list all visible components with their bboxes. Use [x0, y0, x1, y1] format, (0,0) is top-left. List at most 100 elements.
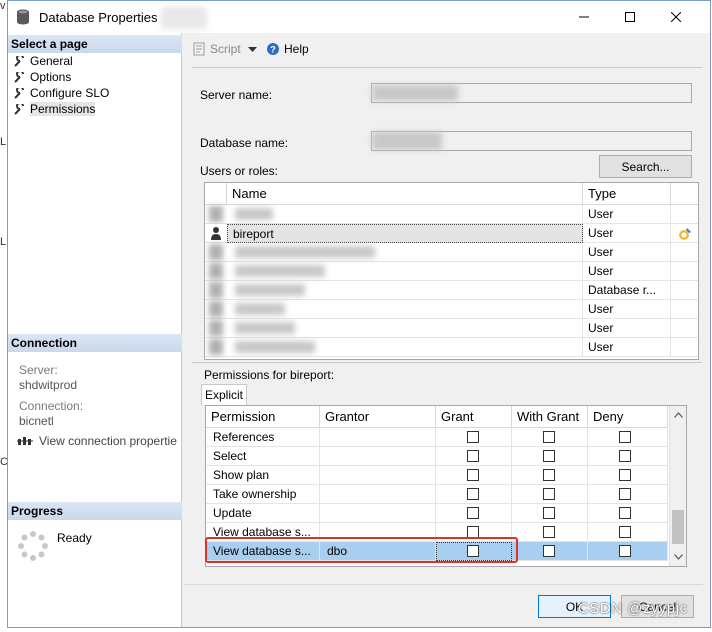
grant-cell	[436, 504, 512, 523]
users-grid[interactable]: Name Type User bireport User User User D…	[204, 182, 699, 360]
deny-cell	[588, 447, 668, 466]
progress-spinner-icon	[18, 531, 48, 561]
permissions-header-permission[interactable]: Permission	[206, 406, 320, 428]
permission-name-cell: Take ownership	[206, 485, 320, 504]
page-item-general[interactable]: General	[14, 53, 73, 69]
view-connection-properties-label: View connection propertie	[39, 434, 177, 448]
close-button[interactable]	[653, 1, 699, 33]
user-type-cell: User	[583, 224, 671, 243]
table-row[interactable]: Database r...	[205, 281, 698, 300]
deny-cell	[588, 428, 668, 447]
progress-status: Ready	[57, 531, 92, 545]
with-grant-checkbox[interactable]	[543, 431, 555, 443]
title-bar[interactable]: Database Properties	[8, 1, 710, 33]
deny-checkbox[interactable]	[619, 507, 631, 519]
left-pane: Select a page General Options Configure …	[8, 33, 182, 627]
redacted-user-icon	[209, 263, 223, 279]
table-row[interactable]: User	[205, 338, 698, 357]
with-grant-checkbox[interactable]	[543, 545, 555, 557]
with-grant-cell	[512, 523, 588, 542]
permission-row[interactable]: Update	[206, 504, 668, 523]
scrollbar-thumb[interactable]	[672, 510, 684, 544]
wrench-icon	[14, 87, 24, 99]
deny-checkbox[interactable]	[619, 488, 631, 500]
properties-icon[interactable]	[678, 227, 692, 241]
table-row[interactable]: User	[205, 262, 698, 281]
with-grant-cell	[512, 428, 588, 447]
deny-cell	[588, 485, 668, 504]
deny-checkbox[interactable]	[619, 450, 631, 462]
page-item-label: General	[30, 54, 73, 68]
wrench-icon	[14, 71, 24, 83]
grant-checkbox[interactable]	[467, 488, 479, 500]
users-grid-header-name[interactable]: Name	[227, 183, 583, 205]
permissions-header-grantor[interactable]: Grantor	[320, 406, 436, 428]
tab-explicit[interactable]: Explicit	[201, 384, 247, 405]
with-grant-checkbox[interactable]	[543, 526, 555, 538]
minimize-button[interactable]	[561, 1, 607, 33]
table-row[interactable]: User	[205, 205, 698, 224]
with-grant-checkbox[interactable]	[543, 469, 555, 481]
scroll-down-icon[interactable]	[674, 554, 683, 560]
maximize-button[interactable]	[607, 1, 653, 33]
table-row[interactable]: User	[205, 319, 698, 338]
permissions-header-deny[interactable]: Deny	[588, 406, 668, 428]
with-grant-checkbox[interactable]	[543, 450, 555, 462]
redacted-user-icon	[209, 301, 223, 317]
user-name-cell	[227, 205, 583, 224]
deny-checkbox[interactable]	[619, 526, 631, 538]
chevron-down-icon[interactable]	[248, 47, 257, 53]
user-type-cell: User	[583, 319, 671, 338]
grant-cell	[436, 428, 512, 447]
permission-row[interactable]: Show plan	[206, 466, 668, 485]
minimize-icon	[579, 16, 589, 18]
connection-label: Connection:	[19, 399, 84, 413]
view-connection-properties-link[interactable]: View connection propertie	[17, 434, 177, 448]
connection-header: Connection	[8, 334, 182, 352]
grant-checkbox[interactable]	[467, 469, 479, 481]
deny-checkbox[interactable]	[619, 545, 631, 557]
permission-row[interactable]: Take ownership	[206, 485, 668, 504]
with-grant-checkbox[interactable]	[543, 488, 555, 500]
redacted-user-icon	[209, 206, 223, 222]
permissions-header-with-grant[interactable]: With Grant	[512, 406, 588, 428]
with-grant-checkbox[interactable]	[543, 507, 555, 519]
permission-row[interactable]: Select	[206, 447, 668, 466]
redacted-role-icon	[209, 282, 223, 298]
users-grid-corner	[205, 183, 227, 205]
grantor-cell	[320, 466, 436, 485]
redacted-database-name	[372, 132, 442, 150]
deny-checkbox[interactable]	[619, 469, 631, 481]
redacted-user-name	[235, 246, 375, 258]
redacted-user-icon	[209, 244, 223, 260]
grant-cell	[436, 447, 512, 466]
toolbar-divider	[192, 67, 702, 68]
with-grant-cell	[512, 504, 588, 523]
permissions-header-grant[interactable]: Grant	[436, 406, 512, 428]
help-button[interactable]: ? Help	[266, 42, 309, 56]
permission-row[interactable]: References	[206, 428, 668, 447]
search-button[interactable]: Search...	[599, 155, 692, 178]
page-item-options[interactable]: Options	[14, 69, 71, 85]
page-item-configure-slo[interactable]: Configure SLO	[14, 85, 109, 101]
script-button[interactable]: Script	[192, 42, 241, 56]
scroll-up-icon[interactable]	[674, 412, 683, 418]
deny-cell	[588, 466, 668, 485]
table-row[interactable]: User	[205, 300, 698, 319]
user-type-cell: User	[583, 338, 671, 357]
permissions-scrollbar[interactable]	[669, 406, 686, 566]
grant-checkbox[interactable]	[467, 431, 479, 443]
users-grid-header-type[interactable]: Type	[583, 183, 671, 205]
permission-name-cell: Select	[206, 447, 320, 466]
deny-checkbox[interactable]	[619, 431, 631, 443]
grant-checkbox[interactable]	[467, 450, 479, 462]
page-item-permissions[interactable]: Permissions	[14, 101, 96, 117]
permissions-for-label: Permissions for bireport:	[204, 368, 335, 382]
window-title: Database Properties	[39, 10, 158, 25]
permission-name-cell: Show plan	[206, 466, 320, 485]
table-row[interactable]: User	[205, 243, 698, 262]
page-item-label: Permissions	[30, 102, 96, 116]
table-row-selected[interactable]: bireport User	[205, 224, 698, 243]
with-grant-cell	[512, 485, 588, 504]
grant-checkbox[interactable]	[467, 507, 479, 519]
